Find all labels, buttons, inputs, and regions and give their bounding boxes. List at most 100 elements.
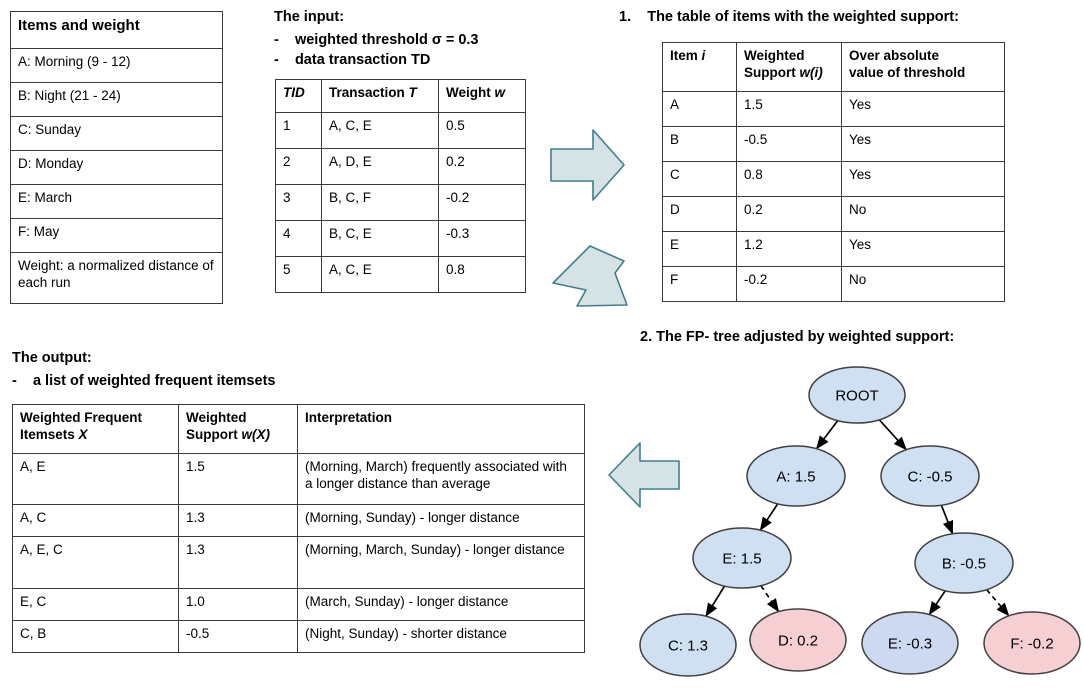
table-row: 3 B, C, F -0.2	[275, 184, 526, 221]
tree-node-f[interactable]: F: -0.2	[983, 611, 1081, 675]
item-cell: E	[662, 231, 737, 267]
tree-nodes: ROOT A: 1.5 C: -0.5 E: 1.5 B: -0.5 C: 1.3 D: 0…	[639, 366, 1081, 677]
over-threshold-cell: No	[841, 196, 1005, 232]
table-row: D 0.2 No	[662, 196, 1005, 232]
tid-cell: 1	[275, 112, 322, 149]
table-header-row: TID Transaction T Weight w	[275, 79, 526, 113]
support-cell: -0.5	[736, 126, 842, 162]
tree-edge-b-e2	[928, 590, 947, 616]
tree-node-label: F: -0.2	[1010, 636, 1053, 653]
table-row: Weight: a normalized distance of each ru…	[10, 252, 223, 304]
item-row-e: E: March	[10, 184, 223, 219]
weight-cell: -0.2	[438, 184, 526, 221]
input-bullet-threshold: - weighted threshold σ = 0.3	[274, 31, 479, 48]
tree-node-root[interactable]: ROOT	[808, 366, 906, 424]
right-block-arrow	[549, 127, 627, 203]
col-header-weight: Weight w	[438, 79, 526, 113]
item-row-f: F: May	[10, 218, 223, 253]
support-cell: -0.5	[178, 620, 298, 653]
table-row: C: Sunday	[10, 116, 223, 151]
support-cell: 0.2	[736, 196, 842, 232]
tid-cell: 2	[275, 148, 322, 185]
input-transactions-table: TID Transaction T Weight w 1 A, C, E 0.5…	[275, 79, 526, 293]
table-row: E, C 1.0 (March, Sunday) - longer distan…	[12, 588, 585, 621]
interpretation-cell: (March, Sunday) - longer distance	[297, 588, 585, 621]
table-row: A 1.5 Yes	[662, 91, 1005, 127]
items-and-weight-panel: Items and weight A: Morning (9 - 12) B: …	[10, 11, 223, 304]
itemset-cell: E, C	[12, 588, 179, 621]
tree-node-e1[interactable]: E: 1.5	[692, 527, 792, 589]
tree-node-c1[interactable]: C: -0.5	[880, 445, 980, 507]
tree-edge-e1-d	[760, 585, 780, 613]
over-threshold-cell: Yes	[841, 161, 1005, 197]
input-section: The input: - weighted threshold σ = 0.3 …	[274, 8, 479, 70]
item-cell: B	[662, 126, 737, 162]
itemset-cell: C, B	[12, 620, 179, 653]
interpretation-cell: (Morning, March) frequently associated w…	[297, 453, 585, 505]
interpretation-cell: (Morning, Sunday) - longer distance	[297, 504, 585, 537]
weight-cell: 0.8	[438, 256, 526, 293]
transaction-cell: A, D, E	[321, 148, 439, 185]
support-cell: 1.3	[178, 504, 298, 537]
over-threshold-cell: No	[841, 266, 1005, 302]
tree-edge-root-a	[815, 420, 839, 450]
transaction-cell: A, C, E	[321, 256, 439, 293]
item-row-d: D: Monday	[10, 150, 223, 185]
table-row: A: Morning (9 - 12)	[10, 48, 223, 83]
item-cell: D	[662, 196, 737, 232]
table-row: E 1.2 Yes	[662, 231, 1005, 267]
fp-tree-diagram: ROOT A: 1.5 C: -0.5 E: 1.5 B: -0.5 C: 1.3 D: 0…	[610, 352, 1084, 689]
tree-node-label: E: 1.5	[722, 551, 761, 568]
interpretation-cell: (Morning, March, Sunday) - longer distan…	[297, 536, 585, 589]
col-header-transaction: Transaction T	[321, 79, 439, 113]
tree-node-label: C: -0.5	[907, 469, 952, 486]
step2-heading: 2. The FP- tree adjusted by weighted sup…	[640, 329, 955, 345]
item-row-c: C: Sunday	[10, 116, 223, 151]
tree-node-d[interactable]: D: 0.2	[749, 608, 847, 672]
tree-node-label: C: 1.3	[668, 638, 708, 655]
over-threshold-cell: Yes	[841, 231, 1005, 267]
output-bullet-itemsets: - a list of weighted frequent itemsets	[12, 372, 276, 389]
weight-cell: -0.3	[438, 220, 526, 257]
col-header-item: Item i	[662, 42, 737, 92]
input-transactions-panel: TID Transaction T Weight w 1 A, C, E 0.5…	[275, 79, 526, 293]
tree-node-a[interactable]: A: 1.5	[746, 445, 846, 507]
table-row: C 0.8 Yes	[662, 161, 1005, 197]
tree-node-c2[interactable]: C: 1.3	[639, 613, 737, 677]
item-row-a: A: Morning (9 - 12)	[10, 48, 223, 83]
tid-cell: 5	[275, 256, 322, 293]
col-header-over-threshold: Over absolute value of threshold	[841, 42, 1005, 92]
tid-cell: 4	[275, 220, 322, 257]
table-header-row: Weighted Frequent Itemsets X Weighted Supp…	[12, 404, 585, 454]
col-header-itemsets: Weighted Frequent Itemsets X	[12, 404, 179, 454]
input-heading: The input:	[274, 9, 345, 25]
items-and-weight-table: Items and weight A: Morning (9 - 12) B: …	[10, 11, 223, 304]
tree-edge-root-c1	[878, 419, 907, 451]
table-row: 5 A, C, E 0.8	[275, 256, 526, 293]
table-row: A, E 1.5 (Morning, March) frequently ass…	[12, 453, 585, 505]
support-cell: 1.2	[736, 231, 842, 267]
table-row: A, C 1.3 (Morning, Sunday) - longer dist…	[12, 504, 585, 537]
table-row: C, B -0.5 (Night, Sunday) - shorter dist…	[12, 620, 585, 653]
table-row: D: Monday	[10, 150, 223, 185]
itemset-cell: A, C	[12, 504, 179, 537]
weighted-support-panel: Item i Weighted Support w(i) Over absolut…	[662, 42, 1005, 302]
output-heading: The output:	[12, 350, 92, 366]
tree-node-b[interactable]: B: -0.5	[914, 532, 1014, 594]
transaction-cell: B, C, E	[321, 220, 439, 257]
table-row: F -0.2 No	[662, 266, 1005, 302]
transaction-cell: A, C, E	[321, 112, 439, 149]
weight-cell: 0.2	[438, 148, 526, 185]
col-header-weighted-support-x: Weighted Support w(X)	[178, 404, 298, 454]
table-row: 2 A, D, E 0.2	[275, 148, 526, 185]
support-cell: 1.5	[736, 91, 842, 127]
over-threshold-cell: Yes	[841, 91, 1005, 127]
table-row: A, E, C 1.3 (Morning, March, Sunday) - l…	[12, 536, 585, 589]
col-header-interpretation: Interpretation	[297, 404, 585, 454]
tree-node-e2[interactable]: E: -0.3	[861, 611, 959, 675]
tree-node-label: ROOT	[835, 388, 878, 405]
itemset-cell: A, E	[12, 453, 179, 505]
step1-heading: 1. The table of items with the weighted …	[619, 9, 959, 25]
table-row: B -0.5 Yes	[662, 126, 1005, 162]
transaction-cell: B, C, F	[321, 184, 439, 221]
